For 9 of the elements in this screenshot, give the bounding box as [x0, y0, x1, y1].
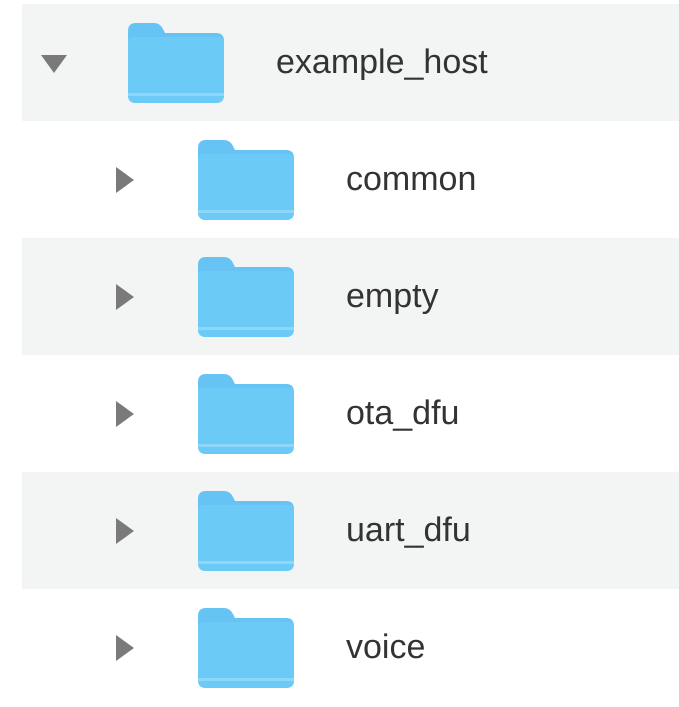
folder-name: voice [346, 628, 426, 667]
folder-row[interactable]: example_host [22, 4, 679, 121]
folder-name: uart_dfu [346, 511, 471, 550]
folder-row[interactable]: uart_dfu [22, 472, 679, 589]
folder-row[interactable]: empty [22, 238, 679, 355]
folder-name: ota_dfu [346, 394, 460, 433]
folder-name: empty [346, 277, 439, 316]
folder-name: example_host [276, 43, 488, 82]
folder-name: common [346, 160, 476, 199]
